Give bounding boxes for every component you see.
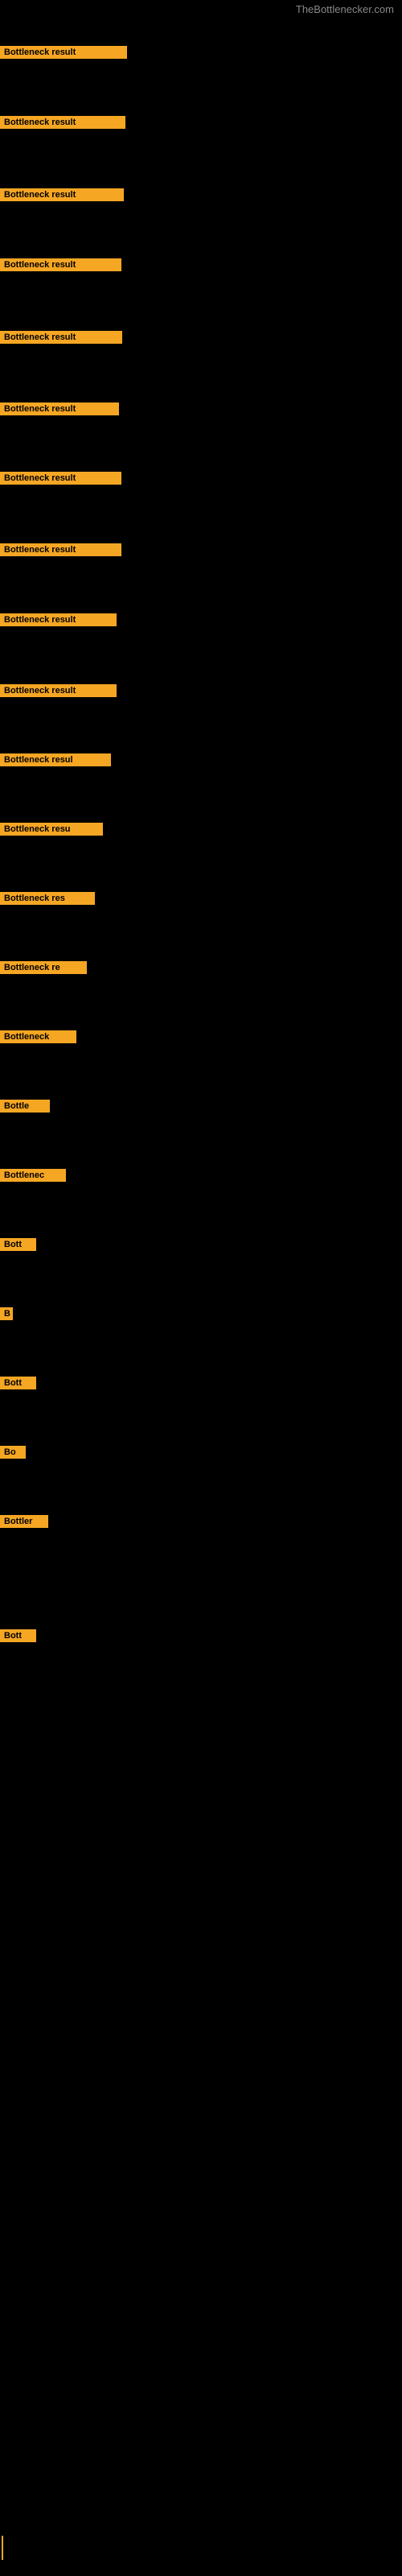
bottleneck-badge-14: Bottleneck [0, 1030, 76, 1043]
bottleneck-badge-16: Bottlenec [0, 1169, 66, 1182]
bottleneck-badge-1: Bottleneck result [0, 116, 125, 129]
bottleneck-badge-20: Bo [0, 1446, 26, 1459]
bottleneck-badge-6: Bottleneck result [0, 472, 121, 485]
bottleneck-badge-0: Bottleneck result [0, 46, 127, 59]
bottleneck-badge-13: Bottleneck re [0, 961, 87, 974]
bottleneck-badge-18: B [0, 1307, 13, 1320]
bottleneck-badge-11: Bottleneck resu [0, 823, 103, 836]
bottleneck-badge-15: Bottle [0, 1100, 50, 1113]
bottleneck-badge-22: Bott [0, 1629, 36, 1642]
bottleneck-badge-21: Bottler [0, 1515, 48, 1528]
bottleneck-badge-7: Bottleneck result [0, 543, 121, 556]
bottleneck-badge-9: Bottleneck result [0, 684, 117, 697]
bottleneck-badge-3: Bottleneck result [0, 258, 121, 271]
bottleneck-badge-17: Bott [0, 1238, 36, 1251]
bottleneck-badge-2: Bottleneck result [0, 188, 124, 201]
bottleneck-badge-12: Bottleneck res [0, 892, 95, 905]
bottleneck-badge-8: Bottleneck result [0, 613, 117, 626]
bottleneck-badge-4: Bottleneck result [0, 331, 122, 344]
bottleneck-badge-5: Bottleneck result [0, 402, 119, 415]
bottom-line-indicator [2, 2536, 3, 2560]
site-title: TheBottlenecker.com [296, 3, 394, 15]
bottleneck-badge-10: Bottleneck resul [0, 753, 111, 766]
bottleneck-badge-19: Bott [0, 1377, 36, 1389]
